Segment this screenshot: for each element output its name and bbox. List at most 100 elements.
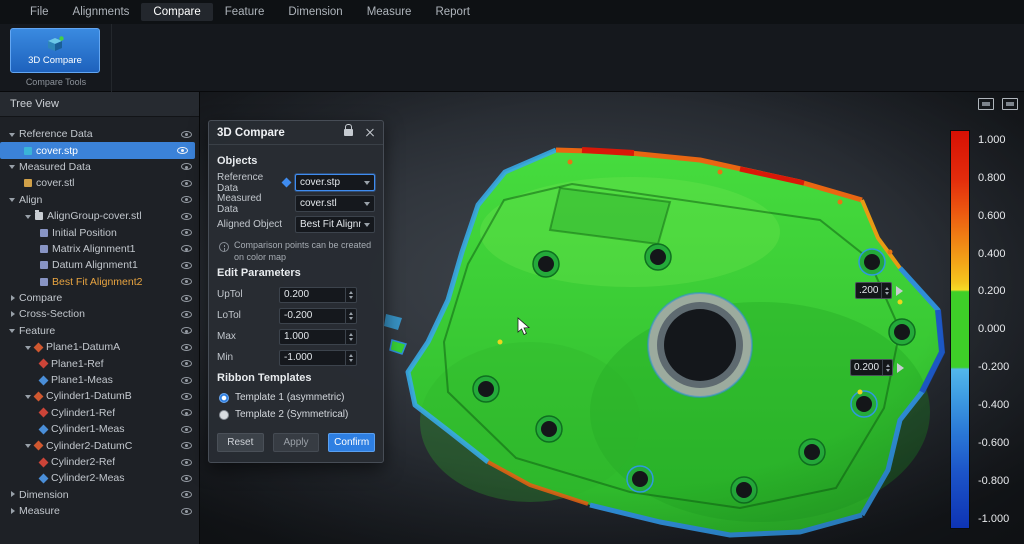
tree-item-best-fit-alignment2[interactable]: Best Fit Alignment2 [0,274,199,290]
eye-icon[interactable] [181,426,192,433]
reset-button[interactable]: Reset [217,433,264,452]
lock-icon[interactable] [344,129,353,136]
3d-viewport[interactable]: 3D Compare Objects Reference Data cover.… [200,92,1024,544]
chevron-down-icon [364,181,370,185]
eye-icon[interactable] [181,442,192,449]
colorbar-label: 0.800 [978,172,1024,184]
tree-item-cylinder1-meas[interactable]: Cylinder1-Meas [0,421,199,437]
tree-item-align[interactable]: Align [0,192,199,208]
eye-icon[interactable] [181,459,192,466]
expander-icon[interactable] [24,211,35,221]
confirm-button[interactable]: Confirm [328,433,375,452]
menu-compare[interactable]: Compare [141,3,212,21]
menu-file[interactable]: File [18,3,61,21]
eye-icon[interactable] [181,360,192,367]
eye-icon[interactable] [181,508,192,515]
eye-icon[interactable] [181,229,192,236]
apply-button[interactable]: Apply [273,433,320,452]
eye-icon[interactable] [177,147,188,154]
multiview-icon[interactable] [978,98,994,110]
arrow-right-icon [897,363,904,373]
upper-tolerance-input[interactable]: .200 [855,282,892,299]
tree-item-cylinder2-meas[interactable]: Cylinder2-Meas [0,470,199,486]
min-input[interactable]: -1.000 [279,350,357,366]
expander-icon[interactable] [8,506,19,516]
3d-compare-tool-button[interactable]: 3D Compare [10,28,100,73]
spinner[interactable] [345,309,356,323]
spinner[interactable] [345,330,356,344]
cylinder-feature-icon [34,441,44,451]
dialog-titlebar[interactable]: 3D Compare [209,121,383,145]
tree-item-cylinder2-ref[interactable]: Cylinder2-Ref [0,454,199,470]
expander-icon[interactable] [8,129,19,139]
eye-icon[interactable] [181,344,192,351]
tree-item-measured-data[interactable]: Measured Data [0,159,199,175]
tree-item-cover-stl[interactable]: cover.stl [0,175,199,191]
tree-item-plane1-datuma[interactable]: Plane1-DatumA [0,339,199,355]
eye-icon[interactable] [181,180,192,187]
tree-item-aligngroup[interactable]: AlignGroup-cover.stl [0,208,199,224]
expander-icon[interactable] [8,293,19,303]
spinner[interactable] [881,283,891,298]
lotol-input[interactable]: -0.200 [279,308,357,324]
eye-icon[interactable] [181,409,192,416]
eye-icon[interactable] [181,311,192,318]
tree-item-datum-alignment1[interactable]: Datum Alignment1 [0,257,199,273]
measured-data-select[interactable]: cover.stl [295,195,375,212]
tree-item-cylinder2-datumc[interactable]: Cylinder2-DatumC [0,437,199,453]
tree-item-cover-stp[interactable]: cover.stp [0,142,195,158]
tree-item-measure[interactable]: Measure [0,503,199,519]
spinner[interactable] [882,360,892,375]
eye-icon[interactable] [181,327,192,334]
expander-icon[interactable] [8,162,19,172]
menu-feature[interactable]: Feature [213,3,277,21]
max-input[interactable]: 1.000 [279,329,357,345]
tree-item-reference-data[interactable]: Reference Data [0,126,199,142]
eye-icon[interactable] [181,262,192,269]
menu-dimension[interactable]: Dimension [276,3,354,21]
eye-icon[interactable] [181,491,192,498]
expander-icon[interactable] [8,309,19,319]
spinner[interactable] [345,288,356,302]
eye-icon[interactable] [181,163,192,170]
tree-item-compare[interactable]: Compare [0,290,199,306]
eye-icon[interactable] [181,278,192,285]
menu-report[interactable]: Report [423,3,482,21]
eye-icon[interactable] [181,393,192,400]
tree-item-plane1-meas[interactable]: Plane1-Meas [0,372,199,388]
expander-icon[interactable] [8,490,19,500]
menu-alignments[interactable]: Alignments [61,3,142,21]
tree-item-dimension[interactable]: Dimension [0,487,199,503]
expander-icon[interactable] [8,326,19,336]
tree-item-initial-position[interactable]: Initial Position [0,224,199,240]
reference-data-select[interactable]: cover.stp [295,174,375,191]
eye-icon[interactable] [181,196,192,203]
measured-feature-icon [39,473,49,483]
snapshot-icon[interactable] [1002,98,1018,110]
tree-item-plane1-ref[interactable]: Plane1-Ref [0,355,199,371]
template2-radio[interactable] [219,410,229,420]
eye-icon[interactable] [181,213,192,220]
tree-item-feature[interactable]: Feature [0,323,199,339]
uptol-input[interactable]: 0.200 [279,287,357,303]
close-icon[interactable] [365,128,375,138]
eye-icon[interactable] [181,131,192,138]
arrow-right-icon [896,286,903,296]
tree-item-cylinder1-datumb[interactable]: Cylinder1-DatumB [0,388,199,404]
tree-item-cross-section[interactable]: Cross-Section [0,306,199,322]
spinner[interactable] [345,351,356,365]
tree-item-cylinder1-ref[interactable]: Cylinder1-Ref [0,405,199,421]
eye-icon[interactable] [181,295,192,302]
measured-feature-icon [39,424,49,434]
template1-radio[interactable] [219,393,229,403]
ribbon-group-caption: Compare Tools [0,77,112,87]
expander-icon[interactable] [8,195,19,205]
ribbon-templates-heading: Ribbon Templates [217,372,375,384]
eye-icon[interactable] [181,377,192,384]
menu-measure[interactable]: Measure [355,3,424,21]
lower-tolerance-input[interactable]: 0.200 [850,359,893,376]
aligned-object-select[interactable]: Best Fit Alignme [295,216,375,233]
tree-item-matrix-alignment1[interactable]: Matrix Alignment1 [0,241,199,257]
eye-icon[interactable] [181,475,192,482]
eye-icon[interactable] [181,245,192,252]
